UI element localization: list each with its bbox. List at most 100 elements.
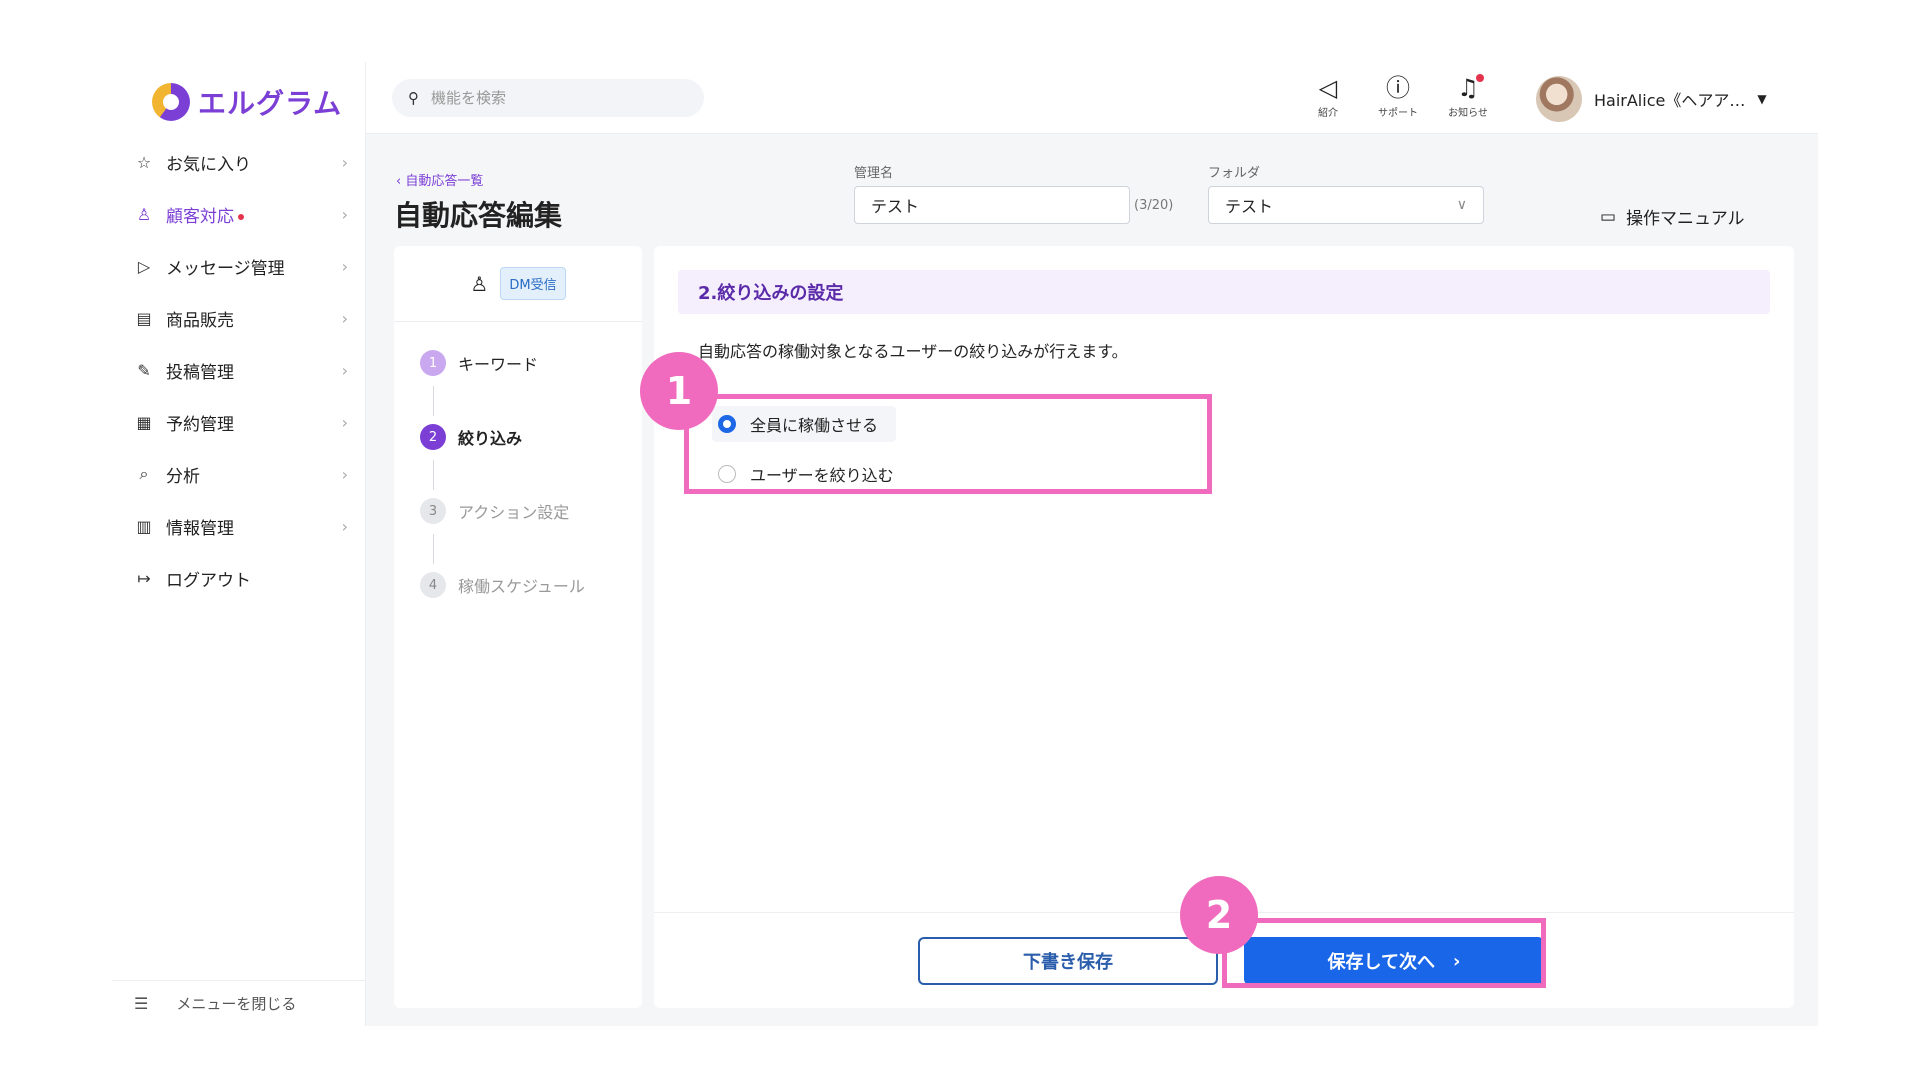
step-label: 絞り込み [458,429,523,448]
trigger-header: ♙ DM受信 [394,246,642,322]
search-input[interactable] [431,89,671,107]
avatar [1536,76,1582,122]
collapse-menu-button[interactable]: ☰ メニューを閉じる [112,980,366,1026]
manual-link[interactable]: ▭ 操作マニュアル [1600,204,1745,230]
save-draft-button[interactable]: 下書き保存 [918,937,1218,985]
name-value: テスト [871,197,920,216]
logo[interactable]: エルグラム [152,80,342,124]
app-frame: エルグラム ☆ お気に入り › ♙ 顧客対応 › ▷ メッセージ管理 › ▤ 商… [112,62,1818,1026]
sidebar-item-label: 顧客対応 [166,206,234,227]
folder-value: テスト [1225,197,1274,216]
page-title: 自動応答編集 [394,199,563,232]
sidebar-item-label: 投稿管理 [166,362,234,383]
sidebar-item-label: 分析 [166,466,200,487]
chevron-right-icon: › [341,152,348,172]
step-action[interactable]: 3 アクション設定 [420,498,569,524]
step-number: 1 [420,350,446,376]
sidebar-item-posts[interactable]: ✎ 投稿管理 › [112,344,366,396]
megaphone-icon: ◁ [1318,74,1338,102]
step-connector [433,460,434,490]
logout-icon: ↦ [137,568,151,588]
notification-dot [1476,74,1484,82]
header-icons: ◁ 紹介 ⓘ サポート ♫ お知らせ [1304,72,1492,119]
sidebar-item-reservations[interactable]: ▦ 予約管理 › [112,396,366,448]
logo-mark-icon [152,83,190,121]
annotation-marker-1: 1 [640,352,718,430]
menu-collapse-icon: ☰ [134,994,149,1013]
bar-chart-icon: ▥ [136,516,152,536]
logo-text: エルグラム [198,87,343,120]
chevron-right-icon: › [341,412,348,432]
rocket-icon: ♙ [470,271,489,296]
edit-icon: ✎ [137,360,151,380]
search-box[interactable]: ⚲ [392,79,704,117]
person-icon: ♙ [136,204,152,224]
caret-down-icon: ▼ [1757,92,1767,106]
step-number: 2 [420,424,446,450]
chevron-right-icon: › [341,464,348,484]
store-icon: ▤ [136,308,152,328]
header-icon-label: 紹介 [1318,108,1338,119]
header-icon-label: サポート [1378,108,1418,119]
user-menu[interactable]: HairAlice《ヘアア… ▼ [1536,76,1767,122]
step-connector [433,534,434,564]
name-counter: (3/20) [1134,198,1174,213]
step-connector [433,386,434,416]
chevron-right-icon: › [341,256,348,276]
header-support-button[interactable]: ⓘ サポート [1374,72,1422,119]
sidebar-item-label: ログアウト [166,570,251,591]
step-number: 3 [420,498,446,524]
sidebar-item-favorites[interactable]: ☆ お気に入り › [112,136,366,188]
manual-label: 操作マニュアル [1626,209,1745,229]
sidebar-item-label: 情報管理 [166,518,234,539]
breadcrumb-label: 自動応答一覧 [405,174,484,189]
step-label: アクション設定 [458,503,570,522]
trigger-badge: DM受信 [500,267,566,300]
step-label: 稼働スケジュール [458,577,585,596]
content-area: ‹ 自動応答一覧 自動応答編集 管理名 テスト (3/20) フォルダ テスト … [366,134,1818,1026]
name-label: 管理名 [854,166,894,181]
steps-panel: ♙ DM受信 1 キーワード 2 絞り込み 3 アクション設定 4 稼働スケジュ… [394,246,642,1008]
sidebar-nav: ☆ お気に入り › ♙ 顧客対応 › ▷ メッセージ管理 › ▤ 商品販売 › … [112,136,366,604]
top-header: ⚲ ◁ 紹介 ⓘ サポート ♫ お知らせ HairAlice《ヘアア… ▼ [366,62,1818,134]
user-name: HairAlice《ヘアア… [1594,91,1746,110]
chevron-right-icon: › [341,360,348,380]
sidebar: エルグラム ☆ お気に入り › ♙ 顧客対応 › ▷ メッセージ管理 › ▤ 商… [112,62,366,1026]
highlight-box-2 [1222,918,1546,988]
report-icon: ⌕ [139,464,149,483]
sidebar-item-info[interactable]: ▥ 情報管理 › [112,500,366,552]
sidebar-item-messages[interactable]: ▷ メッセージ管理 › [112,240,366,292]
step-number: 4 [420,572,446,598]
chevron-right-icon: › [341,204,348,224]
sidebar-item-analytics[interactable]: ⌕ 分析 › [112,448,366,500]
folder-label: フォルダ [1208,166,1261,181]
header-referral-button[interactable]: ◁ 紹介 [1304,72,1352,119]
breadcrumb[interactable]: ‹ 自動応答一覧 [396,170,483,189]
sidebar-item-label: 商品販売 [166,310,234,331]
highlight-box-1 [684,394,1212,494]
section-title: 2.絞り込みの設定 [678,270,1770,314]
step-schedule[interactable]: 4 稼働スケジュール [420,572,585,598]
star-icon: ☆ [136,152,152,172]
chevron-right-icon: › [341,516,348,536]
help-icon: ⓘ [1386,74,1410,102]
folder-select[interactable]: テスト ∨ [1208,186,1484,224]
header-icon-label: お知らせ [1448,108,1488,119]
sidebar-item-customer[interactable]: ♙ 顧客対応 › [112,188,366,240]
name-field[interactable]: テスト [854,186,1130,224]
book-icon: ▭ [1600,206,1617,227]
sidebar-item-sales[interactable]: ▤ 商品販売 › [112,292,366,344]
header-notifications-button[interactable]: ♫ お知らせ [1444,72,1492,119]
sidebar-item-logout[interactable]: ↦ ログアウト [112,552,366,604]
section-description: 自動応答の稼働対象となるユーザーの絞り込みが行えます。 [698,342,1128,361]
step-label: キーワード [458,355,539,374]
notification-dot [238,213,244,220]
sidebar-item-label: お気に入り [166,154,251,175]
step-filter[interactable]: 2 絞り込み [420,424,522,450]
send-icon: ▷ [137,256,151,276]
step-keyword[interactable]: 1 キーワード [420,350,538,376]
collapse-menu-label: メニューを閉じる [176,995,297,1013]
chevron-right-icon: › [341,308,348,328]
search-icon: ⚲ [408,89,419,107]
annotation-marker-2: 2 [1180,876,1258,954]
